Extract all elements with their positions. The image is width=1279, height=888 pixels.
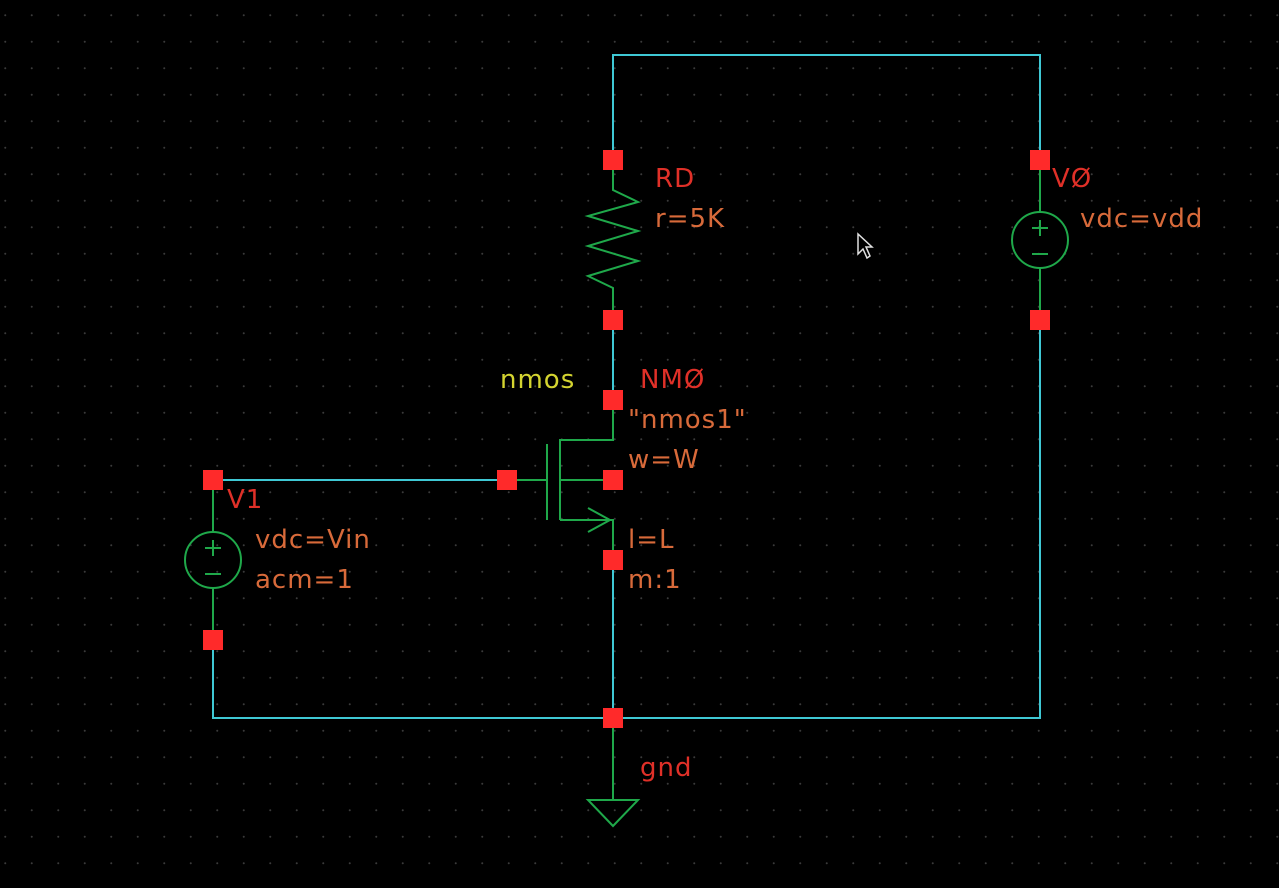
nmos-param-m[interactable]: m:1 <box>628 565 682 595</box>
ground-triangle <box>585 799 641 828</box>
schematic-drawing[interactable]: RD r=5K VØ vdc=vdd nmos NMØ "nmos1" w=W … <box>0 0 1279 888</box>
v0-instance-name[interactable]: VØ <box>1052 164 1092 194</box>
pin-nmos-bulk[interactable] <box>603 470 623 490</box>
v1-param-acm[interactable]: acm=1 <box>255 565 354 595</box>
pin-rd-top[interactable] <box>603 150 623 170</box>
nmos-param-model[interactable]: "nmos1" <box>628 405 747 435</box>
wire-top-loop[interactable] <box>612 54 1041 160</box>
v0-param-vdc[interactable]: vdc=vdd <box>1080 204 1203 234</box>
resistor-instance-name[interactable]: RD <box>655 164 695 194</box>
nmos-param-l[interactable]: l=L <box>628 525 675 555</box>
pin-v0-plus[interactable] <box>1030 150 1050 170</box>
pin-gnd[interactable] <box>603 708 623 728</box>
wire-input-to-gnd[interactable] <box>212 640 613 719</box>
pin-nmos-source[interactable] <box>603 550 623 570</box>
v1-param-vdc[interactable]: vdc=Vin <box>255 525 371 555</box>
mouse-cursor-icon <box>857 232 874 260</box>
nmos-cell-name[interactable]: nmos <box>500 365 575 395</box>
ground-symbol[interactable] <box>585 718 641 828</box>
nmos-instance-name[interactable]: NMØ <box>640 365 705 395</box>
pin-nmos-drain[interactable] <box>603 390 623 410</box>
nmos-transistor-symbol[interactable] <box>507 400 614 560</box>
pins <box>203 150 1050 728</box>
schematic-canvas[interactable]: RD r=5K VØ vdc=vdd nmos NMØ "nmos1" w=W … <box>0 0 1279 888</box>
pin-v1-minus[interactable] <box>203 630 223 650</box>
wires <box>212 54 1041 719</box>
pin-nmos-gate[interactable] <box>497 470 517 490</box>
labels: RD r=5K VØ vdc=vdd nmos NMØ "nmos1" w=W … <box>227 164 1203 783</box>
pin-v1-plus[interactable] <box>203 470 223 490</box>
pin-v0-minus[interactable] <box>1030 310 1050 330</box>
pin-rd-bottom[interactable] <box>603 310 623 330</box>
ground-label[interactable]: gnd <box>640 753 693 783</box>
nmos-param-w[interactable]: w=W <box>628 445 700 475</box>
v1-instance-name[interactable]: V1 <box>227 485 263 515</box>
resistor-zigzag <box>584 160 642 320</box>
resistor-rd-symbol[interactable] <box>584 160 642 320</box>
resistor-param-r[interactable]: r=5K <box>655 204 725 234</box>
